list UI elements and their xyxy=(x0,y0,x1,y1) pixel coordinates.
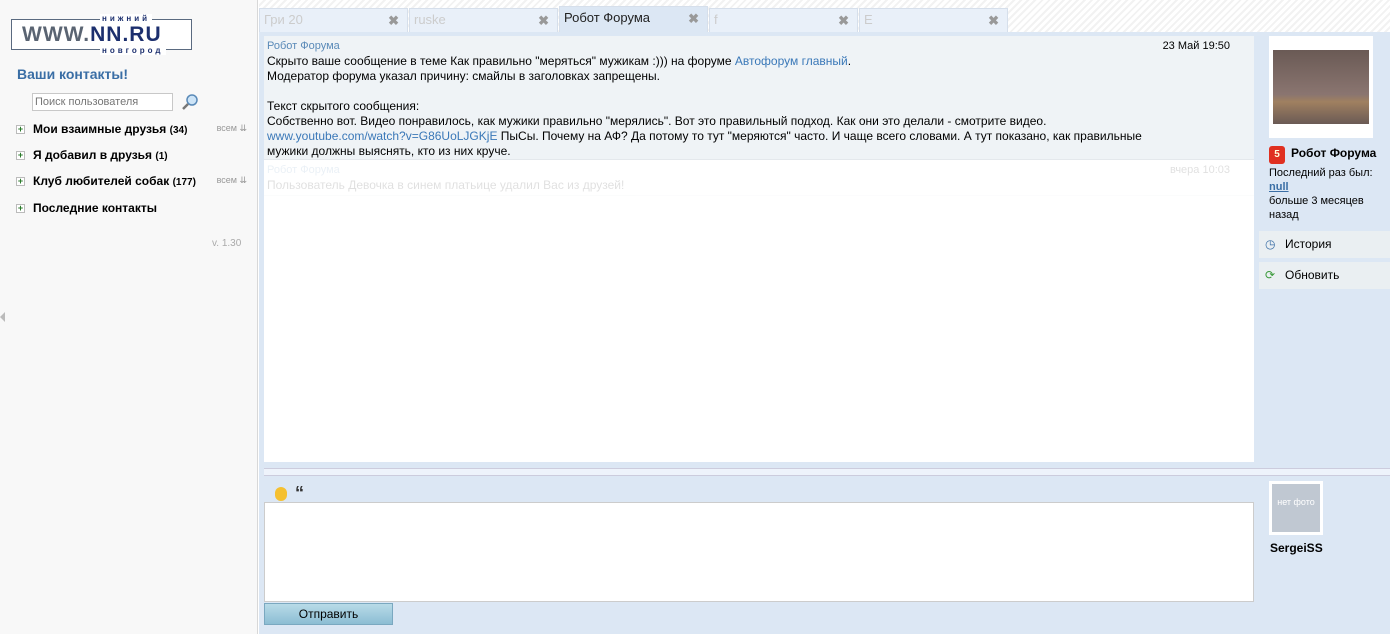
message-item: Робот Форума вчера 10:03 Пользователь Де… xyxy=(264,160,1254,196)
close-icon[interactable]: ✖ xyxy=(838,13,849,29)
quote-icon[interactable]: “ xyxy=(295,483,304,503)
message-text: Скрыто ваше сообщение в теме Как правиль… xyxy=(267,54,852,68)
my-username: SergeiSS xyxy=(1270,541,1323,555)
close-icon[interactable]: ✖ xyxy=(538,13,549,29)
contacts-sidebar: нижний WWW.NN.RU новгород Ваши контакты!… xyxy=(0,0,258,634)
message-input[interactable] xyxy=(264,502,1254,602)
tab-bar: Гри 20 ✖ ruske ✖ Робот Форума ✖ f ✖ E ✖ xyxy=(259,0,1390,32)
contacts-title: Ваши контакты! xyxy=(17,66,129,82)
tab-chat-2[interactable]: ruske ✖ xyxy=(409,8,558,32)
user-search-input[interactable] xyxy=(32,93,173,111)
message-item: Робот Форума 23 Май 19:50 Скрыто ваше со… xyxy=(264,36,1254,160)
last-seen: Последний раз был: null больше 3 месяцев н… xyxy=(1269,167,1373,221)
tab-chat-1[interactable]: Гри 20 ✖ xyxy=(259,8,408,32)
message-text: Текст скрытого сообщения: xyxy=(267,99,420,113)
contact-group-added[interactable]: + Я добавил в друзья (1) xyxy=(16,148,251,162)
contact-group-dog-club[interactable]: + Клуб любителей собак (177) всем ⇊ xyxy=(16,174,251,188)
group-filter[interactable]: всем ⇊ xyxy=(217,175,247,186)
contact-group-recent[interactable]: + Последние контакты xyxy=(16,201,251,215)
message-text: Пользователь Девочка в синем платьице уд… xyxy=(267,178,625,192)
message-time: вчера 10:03 xyxy=(1169,164,1230,176)
search-icon[interactable] xyxy=(180,93,200,111)
expand-icon[interactable]: + xyxy=(16,151,25,161)
tab-chat-5[interactable]: E ✖ xyxy=(859,8,1008,32)
smiley-icon[interactable] xyxy=(275,486,287,501)
collapse-arrow-icon[interactable] xyxy=(0,312,5,322)
divider xyxy=(264,468,1390,476)
youtube-link[interactable]: www.youtube.com/watch?v=G86UoLJGKjE xyxy=(267,129,497,143)
close-icon[interactable]: ✖ xyxy=(688,11,699,27)
last-seen-link[interactable]: null xyxy=(1269,181,1289,193)
logo-top-text: нижний xyxy=(100,14,153,23)
refresh-icon: ⟳ xyxy=(1265,268,1276,282)
tab-chat-4[interactable]: f ✖ xyxy=(709,8,858,32)
close-icon[interactable]: ✖ xyxy=(388,13,399,29)
site-logo[interactable]: нижний WWW.NN.RU новгород xyxy=(11,14,192,55)
chat-area: Гри 20 ✖ ruske ✖ Робот Форума ✖ f ✖ E ✖ Робот… xyxy=(259,0,1390,634)
version-label: v. 1.30 xyxy=(212,238,242,249)
send-button[interactable]: Отправить xyxy=(264,603,393,625)
message-text: Собственно вот. Видео понравилось, как м… xyxy=(267,114,1047,128)
message-text: Модератор форума указал причину: смайлы … xyxy=(267,69,660,83)
expand-icon[interactable]: + xyxy=(16,125,25,135)
composer-toolbar: “ xyxy=(275,483,304,504)
expand-icon[interactable]: + xyxy=(16,177,25,187)
expand-icon[interactable]: + xyxy=(16,204,25,214)
refresh-button[interactable]: ⟳ Обновить xyxy=(1259,262,1390,289)
profile-name: 5 Робот Форума xyxy=(1269,146,1376,164)
message-list: Робот Форума 23 Май 19:50 Скрыто ваше со… xyxy=(264,36,1254,462)
forum-link[interactable]: Автофорум главный xyxy=(735,54,848,68)
contact-group-mutual-friends[interactable]: + Мои взаимные друзья (34) всем ⇊ xyxy=(16,122,251,136)
message-time: 23 Май 19:50 xyxy=(1162,40,1230,52)
message-text: www.youtube.com/watch?v=G86UoLJGKjE ПыСы… xyxy=(267,129,1142,158)
rank-badge-icon: 5 xyxy=(1269,146,1285,164)
tab-robot-forum[interactable]: Робот Форума ✖ xyxy=(559,6,708,32)
profile-avatar[interactable] xyxy=(1269,36,1373,138)
message-sender[interactable]: Робот Форума xyxy=(267,163,1251,178)
logo-text: WWW.NN.RU xyxy=(22,23,162,46)
close-icon[interactable]: ✖ xyxy=(988,13,999,29)
group-filter[interactable]: всем ⇊ xyxy=(217,123,247,134)
history-button[interactable]: ◷ История xyxy=(1259,231,1390,258)
my-avatar: нет фото xyxy=(1269,481,1323,535)
message-sender[interactable]: Робот Форума xyxy=(267,39,1251,54)
clock-icon: ◷ xyxy=(1265,237,1276,251)
logo-bottom-text: новгород xyxy=(100,46,166,55)
